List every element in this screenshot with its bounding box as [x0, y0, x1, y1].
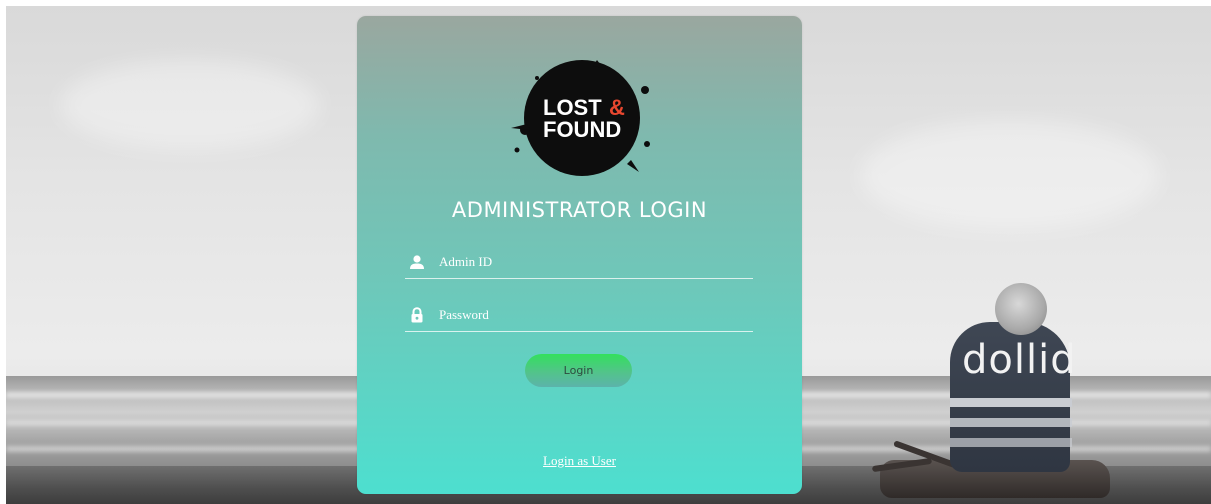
logo-line2: FOUND — [543, 117, 621, 142]
blanket-stripe — [950, 398, 1072, 407]
person-head — [995, 283, 1047, 335]
login-as-user-container: Login as User — [357, 452, 802, 470]
password-input[interactable] — [439, 305, 739, 325]
blanket-stripe — [950, 438, 1072, 447]
login-card: LOST & FOUND ADMINISTRATOR LOGIN Login L… — [357, 16, 802, 494]
login-button[interactable]: Login — [525, 354, 632, 387]
cloud — [860, 120, 1160, 230]
page-title: ADMINISTRATOR LOGIN — [451, 198, 708, 222]
admin-id-field — [405, 246, 753, 279]
lost-found-logo: LOST & FOUND — [511, 60, 650, 176]
admin-id-input[interactable] — [439, 252, 739, 272]
user-icon — [410, 255, 424, 269]
lock-icon — [411, 307, 423, 323]
login-as-user-link[interactable]: Login as User — [543, 453, 616, 468]
blanket-stripe — [950, 418, 1072, 427]
blanket-lettering: dollid — [962, 337, 1077, 383]
cloud — [60, 60, 320, 150]
password-field — [405, 299, 753, 332]
page-root: dollid LOST & FOUND ADMINISTRATOR LOGIN — [0, 0, 1211, 504]
